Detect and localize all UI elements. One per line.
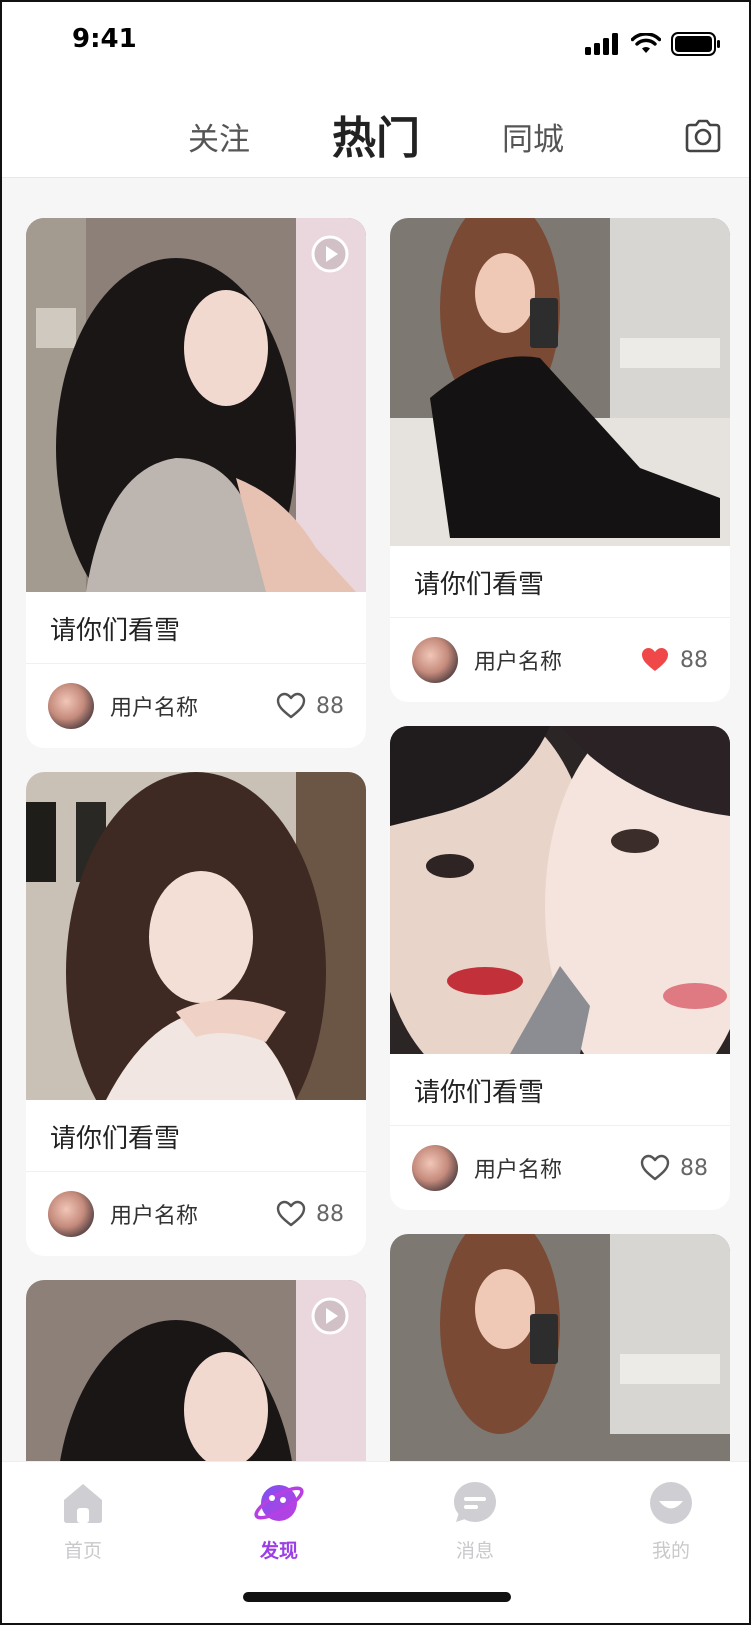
photo-girl-bathroom [390,218,730,546]
post-image[interactable] [390,1234,730,1461]
tab-follow[interactable]: 关注 [188,114,250,159]
message-icon [454,1482,496,1522]
tab-profile-label: 我的 [651,1540,690,1562]
like-count: 88 [316,693,344,719]
post-image[interactable] [390,726,730,1054]
like-button[interactable]: 88 [276,692,344,720]
tab-discover-label: 发现 [259,1540,298,1562]
play-icon [311,1297,349,1335]
phone-screen: 9:41 关注 热门 同城 请你们看雪 用户名称 88 请你们看雪 用户名称 8… [0,0,751,1625]
username[interactable]: 用户名称 [474,644,640,676]
photo-two-girls-closeup [390,726,730,1054]
post-image[interactable] [26,1280,366,1461]
post-card[interactable]: 请你们看雪 用户名称 88 [390,218,730,702]
heart-outline-icon [276,1200,306,1227]
home-icon [64,1484,102,1523]
like-count: 88 [680,647,708,673]
post-title: 请你们看雪 [390,546,730,618]
like-button[interactable]: 88 [640,646,708,674]
tab-discover[interactable]: 发现 [234,1478,324,1563]
status-icons [585,32,721,56]
post-image[interactable] [390,218,730,546]
post-footer: 用户名称 88 [390,618,730,702]
feed-column-right: 请你们看雪 用户名称 88 请你们看雪 用户名称 88 [390,218,730,1461]
post-footer: 用户名称 88 [390,1126,730,1210]
username[interactable]: 用户名称 [110,1198,276,1230]
avatar[interactable] [412,1145,458,1191]
post-footer: 用户名称 88 [26,664,366,748]
post-footer: 用户名称 88 [26,1172,366,1256]
post-card[interactable]: 请你们看雪 用户名称 88 [390,726,730,1210]
heart-outline-icon [276,692,306,719]
post-title: 请你们看雪 [26,592,366,664]
tab-home-label: 首页 [63,1540,102,1562]
post-title: 请你们看雪 [26,1100,366,1172]
top-nav: 关注 热门 同城 [2,92,749,178]
avatar[interactable] [412,637,458,683]
tab-nearby[interactable]: 同城 [502,114,564,159]
photo-girl-bathroom [390,1234,730,1461]
profile-icon [650,1482,692,1524]
like-count: 88 [680,1155,708,1181]
status-time: 9:41 [72,24,137,54]
feed: 请你们看雪 用户名称 88 请你们看雪 用户名称 88 请你们看雪 用户名称 8… [2,178,749,1461]
post-image[interactable] [26,772,366,1100]
camera-icon[interactable] [683,116,723,156]
post-card[interactable]: 请你们看雪 用户名称 88 [26,218,366,748]
tab-home[interactable]: 首页 [38,1478,128,1563]
planet-icon [254,1485,304,1521]
post-title: 请你们看雪 [390,1054,730,1126]
like-button[interactable]: 88 [640,1154,708,1182]
photo-girl-bangs [26,772,366,1100]
post-card[interactable] [26,1280,366,1461]
tab-profile[interactable]: 我的 [626,1478,716,1563]
tab-messages-label: 消息 [455,1540,494,1562]
like-button[interactable]: 88 [276,1200,344,1228]
post-image[interactable] [26,218,366,592]
avatar[interactable] [48,683,94,729]
wifi-icon [631,33,661,53]
tab-messages[interactable]: 消息 [430,1478,520,1563]
play-icon [311,235,349,273]
photo-girl-long-hair [26,218,366,592]
avatar[interactable] [48,1191,94,1237]
username[interactable]: 用户名称 [474,1152,640,1184]
username[interactable]: 用户名称 [110,690,276,722]
heart-outline-icon [640,1154,670,1181]
tab-popular[interactable]: 热门 [332,102,420,166]
feed-column-left: 请你们看雪 用户名称 88 请你们看雪 用户名称 88 [26,218,366,1461]
heart-filled-icon [642,648,668,671]
home-indicator [243,1592,511,1602]
post-card[interactable] [390,1234,730,1461]
battery-icon [671,32,720,56]
like-count: 88 [316,1201,344,1227]
status-bar: 9:41 [2,2,749,92]
signal-icon [585,33,618,55]
post-card[interactable]: 请你们看雪 用户名称 88 [26,772,366,1256]
